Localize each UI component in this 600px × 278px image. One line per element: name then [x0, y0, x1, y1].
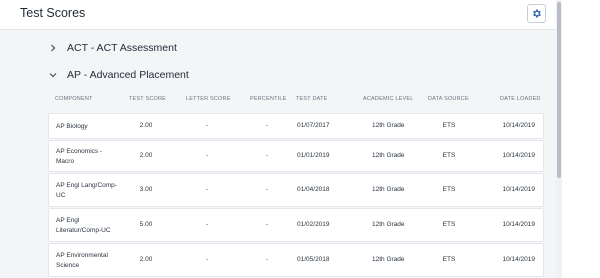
cell-test-date: 01/07/2017	[297, 122, 330, 129]
cell-test-score: 3.00	[139, 186, 153, 193]
cell-component: AP Environmental Science	[56, 252, 108, 269]
cell-date-loaded: 10/14/2019	[502, 221, 535, 228]
cell-date-loaded: 10/14/2019	[502, 122, 535, 129]
chevron-right-icon	[51, 44, 56, 52]
section-label: AP - Advanced Placement	[67, 69, 189, 81]
table-row[interactable]: AP Economics - Macro 2.00 - - 01/01/2019…	[48, 140, 544, 172]
gear-icon	[533, 9, 541, 18]
table-row[interactable]: AP Engl Lang/Comp-UC 3.00 - - 01/04/2018…	[48, 173, 544, 207]
cell-component: AP Engl Lang/Comp-UC	[56, 182, 117, 199]
section-label: ACT - ACT Assessment	[67, 42, 177, 54]
content-area: ACT - ACT Assessment AP - Advanced Place…	[0, 30, 556, 278]
cell-date-loaded: 10/14/2019	[502, 256, 535, 263]
cell-data-source: ETS	[442, 152, 456, 159]
col-header-academic-level: ACADEMIC LEVEL	[363, 96, 414, 102]
section-ap[interactable]: AP - Advanced Placement	[48, 67, 189, 83]
cell-test-score: 2.00	[139, 122, 153, 129]
cell-letter-score: -	[205, 186, 209, 193]
cell-test-date: 01/01/2019	[297, 152, 330, 159]
col-header-percentile: PERCENTILE	[250, 96, 287, 102]
cell-letter-score: -	[205, 221, 209, 228]
section-act[interactable]: ACT - ACT Assessment	[48, 40, 177, 56]
col-header-data-source: DATA SOURCE	[428, 96, 469, 102]
cell-academic-level: 12th Grade	[372, 221, 405, 228]
table-row[interactable]: AP Engl Literatur/Comp-UC 5.00 - - 01/02…	[48, 208, 544, 242]
col-header-test-score: TEST SCORE	[129, 96, 167, 102]
cell-percentile: -	[265, 186, 269, 193]
cell-academic-level: 12th Grade	[372, 122, 405, 129]
cell-academic-level: 12th Grade	[372, 186, 405, 193]
settings-button[interactable]	[527, 4, 546, 23]
cell-test-date: 01/02/2019	[297, 221, 330, 228]
cell-academic-level: 12th Grade	[372, 256, 405, 263]
table-row[interactable]: AP Environmental Science 2.00 - - 01/05/…	[48, 243, 544, 277]
cell-percentile: -	[265, 152, 269, 159]
cell-letter-score: -	[205, 122, 209, 129]
cell-test-score: 2.00	[139, 152, 153, 159]
col-header-letter-score: LETTER SCORE	[186, 96, 231, 102]
cell-component: AP Economics - Macro	[56, 148, 103, 165]
cell-component: AP Engl Literatur/Comp-UC	[56, 217, 111, 234]
top-bar: Test Scores	[0, 0, 556, 30]
col-header-date-loaded: DATE LOADED	[500, 96, 541, 102]
cell-data-source: ETS	[442, 122, 456, 129]
vertical-scrollbar[interactable]	[556, 0, 562, 278]
col-header-component: COMPONENT	[55, 96, 93, 102]
cell-date-loaded: 10/14/2019	[502, 152, 535, 159]
cell-test-score: 5.00	[139, 221, 153, 228]
cell-letter-score: -	[205, 152, 209, 159]
cell-data-source: ETS	[442, 221, 456, 228]
cell-test-date: 01/05/2018	[297, 256, 330, 263]
cell-date-loaded: 10/14/2019	[502, 186, 535, 193]
cell-test-score: 2.00	[139, 256, 153, 263]
cell-percentile: -	[265, 221, 269, 228]
col-header-test-date: TEST DATE	[296, 96, 328, 102]
cell-letter-score: -	[205, 256, 209, 263]
cell-academic-level: 12th Grade	[372, 152, 405, 159]
cell-test-date: 01/04/2018	[297, 186, 330, 193]
table-row[interactable]: AP Biology 2.00 - - 01/07/2017 12th Grad…	[48, 113, 544, 139]
cell-data-source: ETS	[442, 186, 456, 193]
cell-percentile: -	[265, 256, 269, 263]
scrollbar-thumb[interactable]	[557, 2, 561, 178]
page-title: Test Scores	[20, 6, 86, 20]
chevron-down-icon	[49, 73, 57, 78]
cell-component: AP Biology	[56, 123, 88, 130]
cell-data-source: ETS	[442, 256, 456, 263]
cell-percentile: -	[265, 122, 269, 129]
